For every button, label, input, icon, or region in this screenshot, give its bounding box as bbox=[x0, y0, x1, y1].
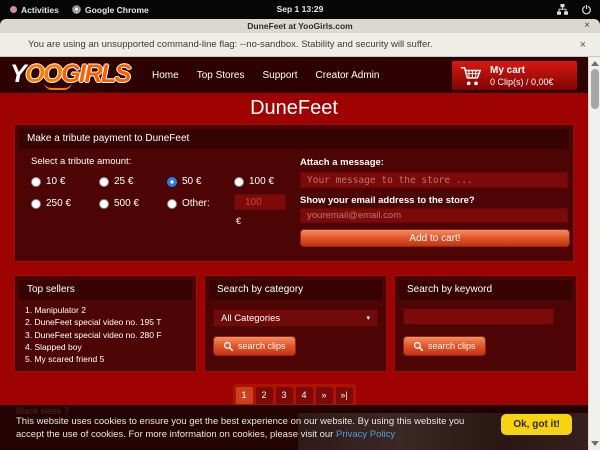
tribute-option-1[interactable]: 25 € bbox=[99, 176, 133, 187]
scrollbar[interactable] bbox=[588, 57, 600, 450]
category-selected-value: All Categories bbox=[221, 313, 280, 324]
search-category-header: Search by category bbox=[209, 280, 382, 300]
infobar-text: You are using an unsupported command-lin… bbox=[28, 39, 580, 50]
chevron-down-icon: ▾ bbox=[366, 314, 370, 322]
tribute-option-6[interactable]: Other: bbox=[167, 198, 210, 209]
chrome-infobar: You are using an unsupported command-lin… bbox=[0, 33, 600, 57]
tribute-option-2[interactable]: 50 € bbox=[167, 176, 201, 187]
cart-summary: 0 Clip(s) / 0,00€ bbox=[490, 77, 554, 87]
logo-text-y: Y bbox=[10, 60, 25, 88]
currency-symbol: € bbox=[236, 216, 241, 226]
top-seller-item[interactable]: 4. Slapped boy bbox=[25, 341, 162, 353]
search-icon bbox=[413, 341, 424, 352]
option-label: 100 € bbox=[249, 176, 274, 187]
page-button-»|[interactable]: »| bbox=[336, 387, 353, 404]
tribute-panel: Make a tribute payment to DuneFeet Selec… bbox=[14, 124, 574, 262]
cookie-message: This website uses cookies to ensure you … bbox=[16, 416, 484, 441]
cookie-accept-button[interactable]: Ok, got it! bbox=[501, 414, 572, 435]
background-ghost-text: Black sleek 7 bbox=[16, 406, 69, 416]
page-button-1[interactable]: 1 bbox=[236, 387, 253, 404]
pagination: 1234»»| bbox=[0, 384, 588, 407]
system-top-bar: Activities Google Chrome Sep 1 13:29 bbox=[0, 0, 600, 19]
option-label: 500 € bbox=[114, 198, 139, 209]
network-icon[interactable] bbox=[556, 3, 569, 16]
infobar-close-icon[interactable]: × bbox=[580, 39, 586, 51]
radio-icon bbox=[99, 177, 109, 187]
search-category-panel: Search by category All Categories ▾ sear… bbox=[204, 275, 387, 372]
tribute-option-0[interactable]: 10 € bbox=[31, 176, 65, 187]
category-select[interactable]: All Categories ▾ bbox=[213, 309, 378, 327]
site-logo[interactable]: YOOGIRLS bbox=[10, 59, 130, 89]
nav-link-support[interactable]: Support bbox=[263, 70, 298, 81]
search-icon bbox=[223, 341, 234, 352]
window-title: DuneFeet at YooGirls.com bbox=[247, 21, 353, 31]
cookie-consent-bar: Black sleek 7 This website uses cookies … bbox=[0, 405, 588, 450]
other-amount-input[interactable] bbox=[234, 194, 286, 210]
cart-button[interactable]: My cart 0 Clip(s) / 0,00€ bbox=[452, 61, 577, 90]
scroll-up-icon[interactable] bbox=[591, 61, 599, 66]
screen: Activities Google Chrome Sep 1 13:29 Dun… bbox=[0, 0, 600, 450]
cart-icon bbox=[459, 65, 483, 87]
clock[interactable]: Sep 1 13:29 bbox=[0, 0, 600, 19]
site-header: YOOGIRLS Home Top Stores Support Creator Ad… bbox=[0, 57, 588, 93]
page-title: DuneFeet bbox=[0, 97, 588, 120]
tribute-option-4[interactable]: 250 € bbox=[31, 198, 71, 209]
tribute-option-5[interactable]: 500 € bbox=[99, 198, 139, 209]
amount-label: Select a tribute amount: bbox=[31, 156, 131, 167]
page-button-»[interactable]: » bbox=[316, 387, 333, 404]
page-button-2[interactable]: 2 bbox=[256, 387, 273, 404]
nav-link-creator-admin[interactable]: Creator Admin bbox=[316, 70, 380, 81]
search-keyword-header: Search by keyword bbox=[399, 280, 572, 300]
power-icon[interactable] bbox=[581, 4, 592, 15]
option-label: 25 € bbox=[114, 176, 133, 187]
tribute-option-3[interactable]: 100 € bbox=[234, 176, 274, 187]
tribute-panel-header: Make a tribute payment to DuneFeet bbox=[19, 129, 569, 149]
nav-link-top-stores[interactable]: Top Stores bbox=[197, 70, 245, 81]
add-to-cart-button[interactable]: Add to cart! bbox=[300, 229, 570, 247]
search-clips-label: search clips bbox=[238, 341, 286, 351]
window-close-icon[interactable]: × bbox=[584, 19, 590, 33]
radio-icon bbox=[31, 199, 41, 209]
search-clips-by-keyword-button[interactable]: search clips bbox=[403, 336, 486, 356]
keyword-input[interactable] bbox=[403, 308, 554, 325]
radio-icon bbox=[31, 177, 41, 187]
logo-smile-icon bbox=[44, 82, 72, 90]
top-seller-item[interactable]: 2. DuneFeet special video no. 195 T bbox=[25, 316, 162, 328]
main-nav: Home Top Stores Support Creator Admin bbox=[152, 57, 379, 93]
window-titlebar[interactable]: DuneFeet at YooGirls.com × bbox=[0, 19, 600, 33]
option-label: 10 € bbox=[46, 176, 65, 187]
message-label: Attach a message: bbox=[300, 157, 384, 168]
radio-icon bbox=[167, 177, 177, 187]
radio-icon bbox=[234, 177, 244, 187]
option-label: 250 € bbox=[46, 198, 71, 209]
message-textarea[interactable] bbox=[300, 172, 568, 188]
page-button-3[interactable]: 3 bbox=[276, 387, 293, 404]
email-label: Show your email address to the store? bbox=[300, 195, 475, 206]
top-seller-item[interactable]: 5. My scared friend 5 bbox=[25, 353, 162, 365]
top-seller-item[interactable]: 1. Manipulator 2 bbox=[25, 304, 162, 316]
option-label: Other: bbox=[182, 198, 210, 209]
page-content: YOOGIRLS Home Top Stores Support Creator Ad… bbox=[0, 57, 588, 450]
email-input[interactable] bbox=[300, 208, 568, 223]
top-sellers-list: 1. Manipulator 22. DuneFeet special vide… bbox=[25, 304, 162, 365]
cookie-text: This website uses cookies to ensure you … bbox=[16, 416, 464, 440]
search-clips-by-category-button[interactable]: search clips bbox=[213, 336, 296, 356]
option-label: 50 € bbox=[182, 176, 201, 187]
nav-link-home[interactable]: Home bbox=[152, 70, 179, 81]
top-sellers-header: Top sellers bbox=[19, 280, 192, 300]
cart-title: My cart bbox=[490, 65, 554, 77]
radio-icon bbox=[167, 199, 177, 209]
search-clips-label: search clips bbox=[428, 341, 476, 351]
radio-icon bbox=[99, 199, 109, 209]
top-seller-item[interactable]: 3. DuneFeet special video no. 280 F bbox=[25, 329, 162, 341]
privacy-policy-link[interactable]: Privacy Policy bbox=[336, 429, 395, 440]
scrollbar-thumb[interactable] bbox=[591, 69, 599, 109]
search-keyword-panel: Search by keyword search clips bbox=[394, 275, 577, 372]
page-button-4[interactable]: 4 bbox=[296, 387, 313, 404]
top-sellers-panel: Top sellers 1. Manipulator 22. DuneFeet … bbox=[14, 275, 197, 372]
scroll-down-icon[interactable] bbox=[591, 441, 599, 446]
